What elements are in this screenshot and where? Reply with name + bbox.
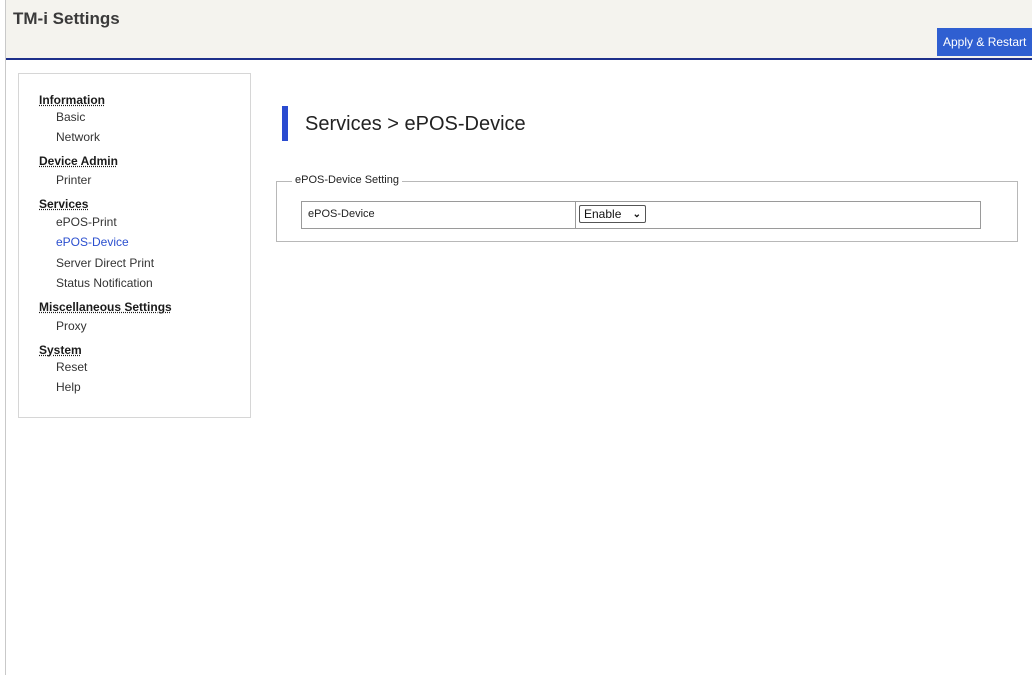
- sidebar-heading-services[interactable]: Services: [39, 197, 88, 211]
- app-title: TM-i Settings: [13, 9, 120, 28]
- sidebar-item-network[interactable]: Network: [56, 130, 100, 144]
- setting-row-epos-device: ePOS-Device Enable ⌄: [301, 201, 981, 229]
- sidebar-heading-device-admin[interactable]: Device Admin: [39, 154, 118, 168]
- window-left-border: [5, 0, 6, 675]
- sidebar-heading-system[interactable]: System: [39, 343, 82, 357]
- sidebar-item-printer[interactable]: Printer: [56, 173, 91, 187]
- sidebar-item-basic[interactable]: Basic: [56, 110, 85, 124]
- setting-label: ePOS-Device: [308, 208, 375, 220]
- sidebar-item-server-direct-print[interactable]: Server Direct Print: [56, 256, 154, 270]
- epos-device-select[interactable]: Enable ⌄: [579, 205, 646, 223]
- cell-divider: [575, 202, 576, 228]
- fieldset-legend: ePOS-Device Setting: [292, 174, 402, 186]
- select-value: Enable: [584, 207, 622, 221]
- sidebar-heading-information[interactable]: Information: [39, 93, 105, 107]
- sidebar-item-reset[interactable]: Reset: [56, 360, 87, 374]
- sidebar-nav: Information Basic Network Device Admin P…: [18, 73, 251, 418]
- page-title: Services > ePOS-Device: [305, 113, 526, 135]
- sidebar-item-status-notification[interactable]: Status Notification: [56, 276, 153, 290]
- sidebar-item-epos-print[interactable]: ePOS-Print: [56, 215, 117, 229]
- page-title-accent-bar: [282, 106, 288, 141]
- chevron-down-icon: ⌄: [632, 209, 641, 220]
- apply-restart-button[interactable]: Apply & Restart: [937, 28, 1032, 56]
- app-header: TM-i Settings: [6, 0, 1032, 60]
- sidebar-heading-misc-settings[interactable]: Miscellaneous Settings: [39, 300, 172, 314]
- sidebar-item-epos-device[interactable]: ePOS-Device: [56, 235, 129, 249]
- sidebar-item-proxy[interactable]: Proxy: [56, 319, 87, 333]
- sidebar-item-help[interactable]: Help: [56, 380, 81, 394]
